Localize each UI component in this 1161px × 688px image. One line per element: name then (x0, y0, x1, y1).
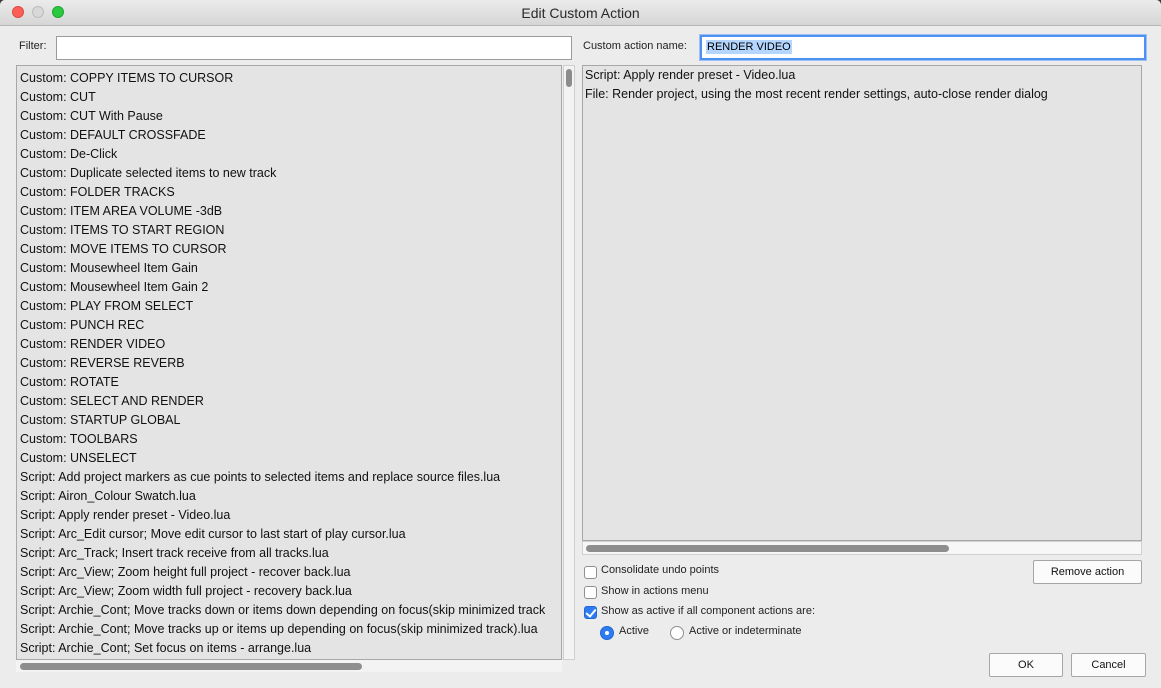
active-radio[interactable] (600, 626, 614, 640)
active-or-indeterminate-label: Active or indeterminate (689, 625, 802, 637)
list-item[interactable]: Custom: UNSELECT (20, 449, 137, 468)
cancel-button[interactable]: Cancel (1071, 653, 1146, 677)
actions-list[interactable]: Custom: COPPY ITEMS TO CURSOR Custom: CUT… (16, 65, 562, 660)
show-as-active-label: Show as active if all component actions … (601, 605, 816, 617)
list-item[interactable]: Script: Arc_Track; Insert track receive … (20, 544, 329, 563)
list-item[interactable]: Custom: Mousewheel Item Gain 2 (20, 278, 208, 297)
consolidate-undo-checkbox[interactable] (584, 566, 597, 579)
list-item[interactable]: Custom: STARTUP GLOBAL (20, 411, 180, 430)
component-action-item[interactable]: File: Render project, using the most rec… (585, 85, 1048, 104)
active-or-indeterminate-radio[interactable] (670, 626, 684, 640)
show-in-menu-checkbox[interactable] (584, 586, 597, 599)
list-item[interactable]: Custom: TOOLBARS (20, 430, 138, 449)
list-item[interactable]: Custom: ITEM AREA VOLUME -3dB (20, 202, 222, 221)
component-actions-list[interactable]: Script: Apply render preset - Video.lua F… (582, 65, 1142, 541)
list-item[interactable]: Script: Arc_Edit cursor; Move edit curso… (20, 525, 406, 544)
actions-list-horizontal-scrollbar[interactable] (16, 660, 562, 672)
scroll-thumb[interactable] (566, 69, 572, 87)
list-item[interactable]: Custom: PLAY FROM SELECT (20, 297, 193, 316)
list-item[interactable]: Custom: ROTATE (20, 373, 119, 392)
list-item[interactable]: Script: Airon_Colour Swatch.lua (20, 487, 196, 506)
component-list-horizontal-scrollbar[interactable] (582, 541, 1142, 555)
list-item[interactable]: Custom: COPPY ITEMS TO CURSOR (20, 69, 233, 88)
list-item[interactable]: Custom: PUNCH REC (20, 316, 144, 335)
list-item[interactable]: Custom: DEFAULT CROSSFADE (20, 126, 206, 145)
list-item[interactable]: Script: Archie_Cont; Set focus on items … (20, 639, 311, 658)
ok-button[interactable]: OK (989, 653, 1063, 677)
list-item[interactable]: Custom: CUT (20, 88, 96, 107)
list-item[interactable]: Custom: De-Click (20, 145, 117, 164)
list-item[interactable]: Script: Apply render preset - Video.lua (20, 506, 230, 525)
list-item[interactable]: Script: Add project markers as cue point… (20, 468, 500, 487)
list-item[interactable]: Custom: ITEMS TO START REGION (20, 221, 224, 240)
consolidate-undo-label: Consolidate undo points (601, 564, 720, 576)
list-item[interactable]: Script: Archie_Cont; Move tracks up or i… (20, 620, 538, 639)
actions-list-vertical-scrollbar[interactable] (563, 65, 575, 660)
action-name-input[interactable]: RENDER VIDEO (700, 35, 1146, 60)
edit-custom-action-window: Edit Custom Action Filter: Custom action… (0, 0, 1161, 688)
action-name-value: RENDER VIDEO (706, 40, 792, 54)
window-title: Edit Custom Action (521, 5, 640, 21)
list-item[interactable]: Custom: CUT With Pause (20, 107, 163, 126)
list-item[interactable]: Custom: RENDER VIDEO (20, 335, 165, 354)
list-item[interactable]: Custom: FOLDER TRACKS (20, 183, 175, 202)
remove-action-button[interactable]: Remove action (1033, 560, 1142, 584)
list-item[interactable]: Custom: MOVE ITEMS TO CURSOR (20, 240, 227, 259)
active-radio-label: Active (619, 625, 649, 637)
action-name-label: Custom action name: (583, 40, 687, 52)
scroll-thumb[interactable] (586, 545, 949, 552)
title-bar: Edit Custom Action (0, 0, 1161, 26)
filter-input[interactable] (56, 36, 572, 60)
component-action-item[interactable]: Script: Apply render preset - Video.lua (585, 66, 795, 85)
list-item[interactable]: Custom: REVERSE REVERB (20, 354, 185, 373)
list-item[interactable]: Script: Arc_View; Zoom width full projec… (20, 582, 352, 601)
list-item[interactable]: Custom: Mousewheel Item Gain (20, 259, 198, 278)
list-item[interactable]: Custom: Duplicate selected items to new … (20, 164, 276, 183)
show-as-active-checkbox[interactable] (584, 606, 597, 619)
scroll-thumb[interactable] (20, 663, 362, 670)
show-in-menu-label: Show in actions menu (601, 585, 709, 597)
list-item[interactable]: Script: Arc_View; Zoom height full proje… (20, 563, 350, 582)
filter-label: Filter: (19, 40, 47, 52)
list-item[interactable]: Script: Archie_Cont; Move tracks down or… (20, 601, 545, 620)
list-item[interactable]: Custom: SELECT AND RENDER (20, 392, 204, 411)
